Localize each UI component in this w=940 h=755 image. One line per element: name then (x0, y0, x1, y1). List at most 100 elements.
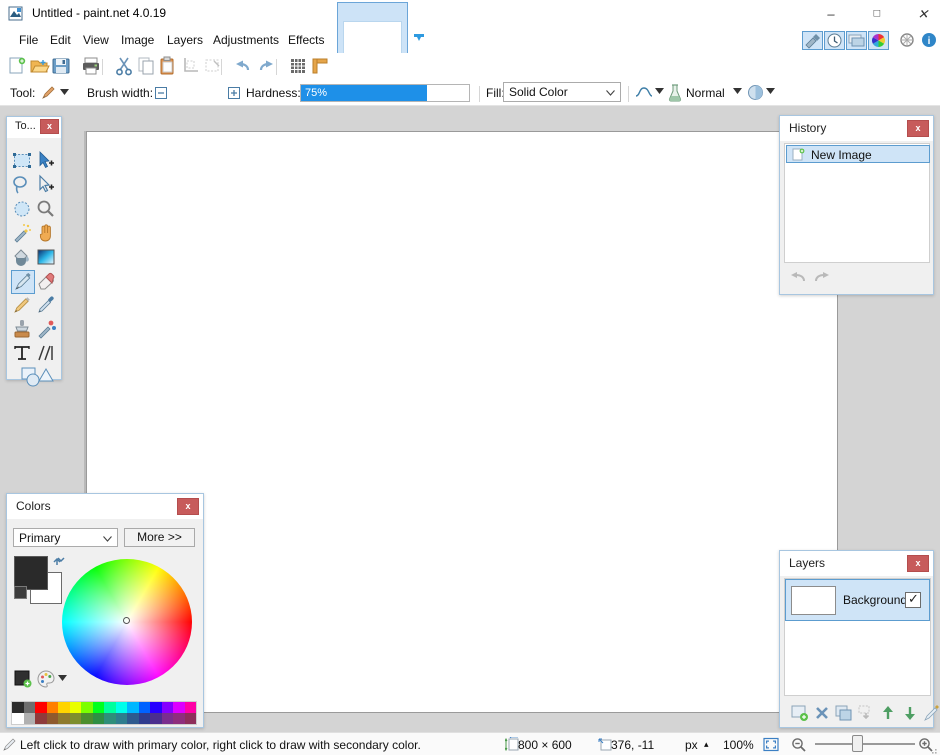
palette-swatch[interactable] (173, 713, 185, 724)
swap-colors-icon[interactable] (52, 553, 66, 567)
color-picker-tool[interactable] (35, 294, 59, 318)
palette-swatch[interactable] (115, 702, 127, 713)
zoom-slider-track[interactable] (815, 743, 915, 745)
history-list[interactable]: New Image (784, 143, 930, 263)
palette-swatch[interactable] (115, 713, 127, 724)
line-curve-tool[interactable] (35, 342, 59, 366)
palette-swatch[interactable] (58, 713, 70, 724)
layer-list[interactable]: Background ✓ (784, 578, 931, 696)
plus-box-icon[interactable] (228, 87, 240, 99)
print-button[interactable] (80, 55, 104, 79)
history-redo-button[interactable] (812, 268, 832, 286)
palette-swatch[interactable] (161, 713, 173, 724)
hardness-slider[interactable]: 75% (300, 84, 470, 102)
palette-swatch[interactable] (104, 713, 116, 724)
palette-swatch[interactable] (12, 713, 24, 724)
resize-grip-icon[interactable] (928, 745, 938, 755)
palette-swatch[interactable] (23, 713, 35, 724)
reset-colors-icon[interactable] (14, 586, 27, 599)
palette-swatch[interactable] (184, 713, 196, 724)
pencil-tool[interactable] (11, 294, 35, 318)
palette-swatch[interactable] (69, 702, 81, 713)
rulers-button[interactable] (309, 55, 333, 79)
layer-visibility-checkbox[interactable]: ✓ (905, 591, 921, 608)
move-selection-tool[interactable] (35, 174, 59, 198)
shapes-tool[interactable] (21, 366, 55, 390)
delete-layer-button[interactable] (813, 704, 831, 722)
palette-icon[interactable] (37, 670, 55, 688)
palette-swatch[interactable] (46, 702, 58, 713)
cut-button[interactable] (113, 55, 137, 79)
add-new-layer-button[interactable] (791, 704, 809, 722)
palette-dropdown-icon[interactable] (58, 675, 67, 681)
chevron-down-icon[interactable] (655, 88, 664, 94)
layers-window-toggle[interactable] (846, 31, 867, 50)
chevron-down-icon[interactable] (733, 88, 742, 94)
palette-swatch[interactable] (81, 713, 93, 724)
settings-icon[interactable] (898, 31, 916, 49)
recolor-tool[interactable] (35, 318, 59, 342)
color-wheel-cursor[interactable] (123, 617, 130, 624)
document-list-dropdown-icon[interactable] (412, 33, 426, 45)
palette-swatch[interactable] (138, 702, 150, 713)
palette-swatch[interactable] (12, 702, 24, 713)
palette-swatch[interactable] (23, 702, 35, 713)
palette-row-light[interactable] (12, 702, 196, 713)
new-image-button[interactable] (6, 55, 30, 79)
palette-swatch[interactable] (35, 702, 47, 713)
minus-box-icon[interactable] (155, 87, 167, 99)
colors-panel-close-button[interactable]: x (177, 498, 199, 515)
help-icon[interactable]: i (920, 31, 938, 49)
paste-button[interactable] (157, 55, 181, 79)
palette-swatch[interactable] (58, 702, 70, 713)
palette-swatch[interactable] (92, 702, 104, 713)
zoom-out-icon[interactable] (791, 737, 807, 752)
duplicate-layer-button[interactable] (835, 704, 853, 722)
add-color-icon[interactable] (14, 670, 32, 688)
palette-swatch[interactable] (69, 713, 81, 724)
undo-button[interactable] (232, 55, 256, 79)
ellipse-select-tool[interactable] (11, 198, 35, 222)
layers-panel-close-button[interactable]: x (907, 555, 929, 572)
blend-mode-flask-icon[interactable] (667, 84, 683, 102)
primary-color-swatch[interactable] (14, 556, 48, 590)
fill-select[interactable]: Solid Color (503, 82, 621, 102)
palette-swatch[interactable] (104, 702, 116, 713)
move-layer-down-button[interactable] (901, 704, 919, 722)
menu-effects[interactable]: Effects (279, 28, 333, 53)
layer-properties-button[interactable] (923, 704, 940, 722)
colors-window-toggle[interactable] (868, 31, 889, 50)
gradient-tool[interactable] (35, 246, 59, 270)
palette-row-dark[interactable] (12, 713, 196, 724)
close-button[interactable]: ✕ (900, 0, 940, 27)
units-label[interactable]: px (685, 738, 698, 752)
palette-swatch[interactable] (46, 713, 58, 724)
paintbrush-tool[interactable] (11, 270, 35, 294)
history-window-toggle[interactable] (824, 31, 845, 50)
zoom-tool[interactable] (35, 198, 59, 222)
chevron-down-icon[interactable] (766, 88, 775, 94)
palette-swatch[interactable] (138, 713, 150, 724)
history-panel-close-button[interactable]: x (907, 120, 929, 137)
tools-panel-header[interactable]: To... x (7, 117, 61, 138)
colors-panel-header[interactable]: Colors x (7, 494, 203, 519)
magic-wand-tool[interactable] (11, 222, 35, 246)
color-mode-select[interactable]: Primary (13, 528, 118, 547)
alpha-blending-icon[interactable] (747, 84, 764, 101)
history-undo-button[interactable] (788, 268, 808, 286)
menu-image[interactable]: Image (112, 28, 163, 53)
save-image-button[interactable] (50, 55, 74, 79)
palette-swatch[interactable] (35, 713, 47, 724)
move-layer-up-button[interactable] (879, 704, 897, 722)
paint-bucket-tool[interactable] (11, 246, 35, 270)
palette-swatch[interactable] (150, 702, 162, 713)
palette-swatch[interactable] (127, 702, 139, 713)
paintbrush-icon[interactable] (40, 85, 58, 101)
tools-window-toggle[interactable] (802, 31, 823, 50)
merge-layer-down-button[interactable] (857, 704, 875, 722)
palette-swatch[interactable] (161, 702, 173, 713)
clone-stamp-tool[interactable] (11, 318, 35, 342)
tools-panel-close-button[interactable]: x (40, 119, 59, 134)
palette-swatch[interactable] (92, 713, 104, 724)
grid-button[interactable] (287, 55, 311, 79)
